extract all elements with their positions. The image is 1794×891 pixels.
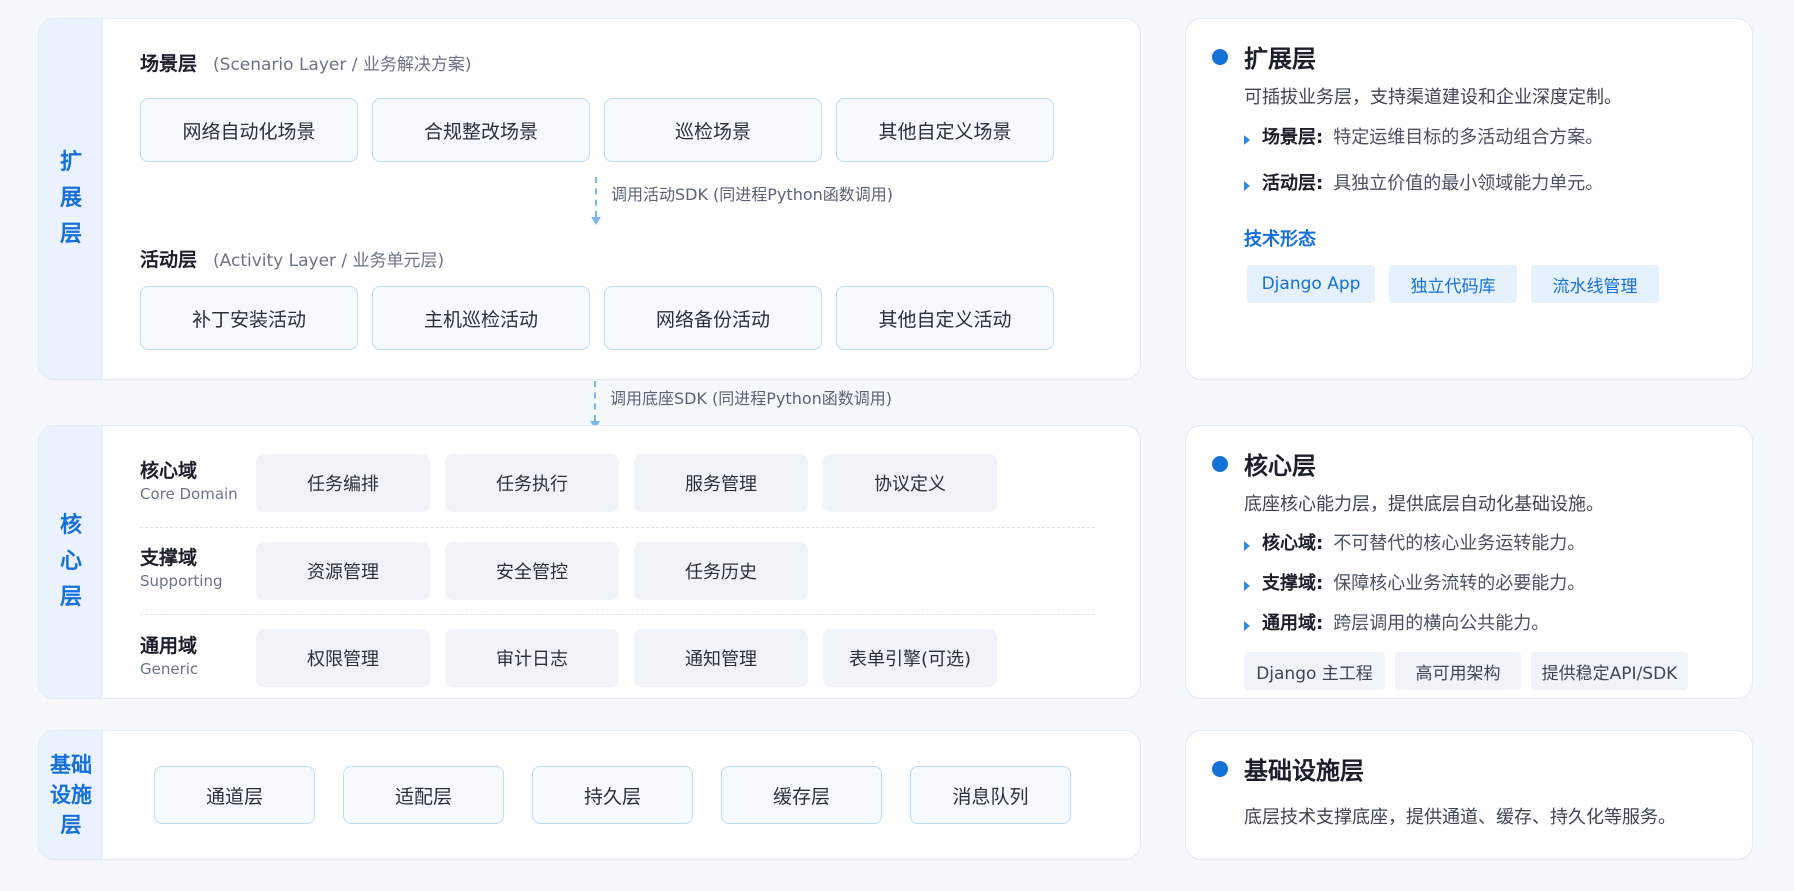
triangle-bullet-icon [1244,621,1250,631]
extension-info-heading: 扩展层 [1212,39,1316,74]
tech-tag: Django App [1247,265,1375,303]
tech-tag: 提供稳定API/SDK [1531,652,1688,690]
infra-item: 持久层 [532,766,693,824]
tech-form-label: 技术形态 [1244,229,1316,250]
tech-tag: 流水线管理 [1531,265,1659,303]
activity-item: 网络备份活动 [604,286,822,350]
core-info-desc: 底座核心能力层，提供底层自动化基础设施。 [1244,494,1604,515]
core-domain-label: 核心域 Core Domain [140,460,238,503]
activity-layer-subtitle: (Activity Layer / 业务单元层) [213,251,445,271]
extension-info-card: 扩展层 可插拔业务层，支持渠道建设和企业深度定制。 场景层: 特定运维目标的多活… [1185,18,1753,380]
generic-domain-item: 表单引擎(可选) [823,629,997,687]
extension-info-title: 扩展层 [1244,45,1316,73]
supporting-domain-item: 安全管控 [445,542,619,600]
infra-layer-panel: 基础 设施 层 通道层 适配层 持久层 缓存层 消息队列 [38,730,1141,860]
scenario-layer-title: 场景层 [140,53,198,75]
infra-item: 缓存层 [721,766,882,824]
core-domain-item: 任务编排 [256,454,430,512]
core-layer-panel: 核 心 层 核心域 Core Domain 任务编排 任务执行 服务管理 协议定… [38,425,1141,699]
scenario-item: 网络自动化场景 [140,98,358,162]
triangle-bullet-icon [1244,135,1250,145]
infra-info-card: 基础设施层 底层技术支撑底座，提供通道、缓存、持久化等服务。 [1185,730,1753,860]
tech-tag: 高可用架构 [1395,652,1521,690]
bullet-dot-icon [1212,48,1228,65]
extension-info-desc: 可插拔业务层，支持渠道建设和企业深度定制。 [1244,87,1622,108]
scenario-item: 其他自定义场景 [836,98,1054,162]
generic-domain-item: 通知管理 [634,629,808,687]
tech-tag: 独立代码库 [1389,265,1517,303]
generic-domain-label: 通用域 Generic [140,635,199,678]
infra-layer-label: 基础 设施 层 [39,731,103,859]
activity-sdk-label: 调用活动SDK (同进程Python函数调用) [611,185,894,204]
scenario-layer-subtitle: (Scenario Layer / 业务解决方案) [213,55,472,75]
bullet-dot-icon [1212,455,1228,472]
infra-info-desc: 底层技术支撑底座，提供通道、缓存、持久化等服务。 [1244,807,1676,828]
bullet-dot-icon [1212,760,1228,777]
core-bullet: 通用域: 跨层调用的横向公共能力。 [1244,609,1549,635]
core-info-heading: 核心层 [1212,446,1316,481]
core-domain-item: 协议定义 [823,454,997,512]
generic-domain-item: 权限管理 [256,629,430,687]
dashed-arrow-icon [590,381,600,429]
domain-divider [140,614,1095,615]
tech-tag: Django 主工程 [1244,652,1385,690]
core-info-card: 核心层 底座核心能力层，提供底层自动化基础设施。 核心域: 不可替代的核心业务运… [1185,425,1753,699]
base-sdk-label: 调用底座SDK (同进程Python函数调用) [610,389,893,408]
infra-item: 适配层 [343,766,504,824]
supporting-domain-item: 资源管理 [256,542,430,600]
activity-item: 主机巡检活动 [372,286,590,350]
extension-layer-panel: 扩 展 层 场景层 (Scenario Layer / 业务解决方案) 网络自动… [38,18,1141,380]
infra-item: 消息队列 [910,766,1071,824]
infra-item: 通道层 [154,766,315,824]
extension-bullet: 活动层: 具独立价值的最小领域能力单元。 [1244,169,1603,195]
domain-divider [140,527,1095,528]
supporting-domain-label: 支撑域 Supporting [140,547,223,590]
generic-domain-item: 审计日志 [445,629,619,687]
scenario-layer-heading: 场景层 (Scenario Layer / 业务解决方案) [140,49,472,76]
activity-sdk-arrow: 调用活动SDK (同进程Python函数调用) [591,177,894,225]
supporting-domain-item: 任务历史 [634,542,808,600]
triangle-bullet-icon [1244,181,1250,191]
scenario-item: 合规整改场景 [372,98,590,162]
core-layer-label: 核 心 层 [39,426,103,698]
scenario-item: 巡检场景 [604,98,822,162]
infra-info-title: 基础设施层 [1244,757,1364,785]
activity-item: 其他自定义活动 [836,286,1054,350]
triangle-bullet-icon [1244,581,1250,591]
dashed-arrow-icon [591,177,601,225]
core-domain-item: 任务执行 [445,454,619,512]
core-bullet: 支撑域: 保障核心业务流转的必要能力。 [1244,569,1585,595]
core-domain-item: 服务管理 [634,454,808,512]
infra-info-heading: 基础设施层 [1212,751,1364,786]
activity-item: 补丁安装活动 [140,286,358,350]
activity-layer-title: 活动层 [140,249,198,271]
extension-layer-label: 扩 展 层 [39,19,103,379]
extension-bullet: 场景层: 特定运维目标的多活动组合方案。 [1244,123,1603,149]
core-bullet: 核心域: 不可替代的核心业务运转能力。 [1244,529,1585,555]
activity-layer-heading: 活动层 (Activity Layer / 业务单元层) [140,245,444,272]
base-sdk-arrow: 调用底座SDK (同进程Python函数调用) [590,381,893,429]
triangle-bullet-icon [1244,541,1250,551]
core-info-title: 核心层 [1244,452,1316,480]
